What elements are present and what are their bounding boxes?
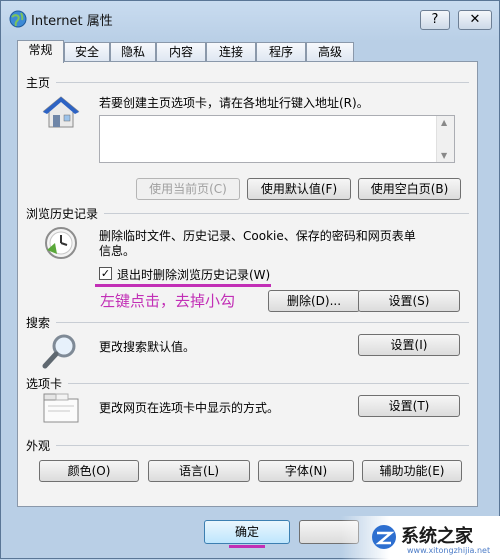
appearance-group-line (26, 445, 469, 446)
tabs-description: 更改网页在选项卡中显示的方式。 (99, 401, 280, 415)
watermark-url: www.xitongzhijia.net (407, 546, 491, 555)
tab-advanced[interactable]: 高级 (306, 42, 354, 62)
use-blank-button[interactable]: 使用空白页(B) (358, 178, 461, 200)
title-bar: Internet 属性 ? ✕ (1, 1, 499, 35)
use-current-button[interactable]: 使用当前页(C) (136, 178, 240, 200)
search-group-title: 搜索 (26, 314, 57, 331)
delete-on-exit-checkbox[interactable]: ✓ (99, 267, 112, 280)
ok-button[interactable]: 确定 (204, 520, 290, 544)
search-description: 更改搜索默认值。 (99, 340, 196, 354)
site-watermark: 系统之家 www.xitongzhijia.net (341, 516, 500, 560)
tab-content[interactable]: 内容 (156, 42, 206, 62)
close-button[interactable]: ✕ (458, 10, 492, 30)
window-title: Internet 属性 (31, 14, 113, 29)
annotation-underline (95, 284, 271, 287)
search-magnifier-icon (42, 334, 76, 369)
history-settings-button[interactable]: 设置(S) (358, 290, 460, 312)
languages-button[interactable]: 语言(L) (148, 460, 250, 482)
tab-connections[interactable]: 连接 (206, 42, 256, 62)
delete-on-exit-label[interactable]: 退出时删除浏览历史记录(W) (117, 266, 270, 283)
history-description-line2: 信息。 (99, 244, 136, 258)
home-icon (42, 96, 80, 128)
general-tab-panel: 主页 若要创建主页选项卡，请在各地址行键入地址(R)。 ▲ ▼ 使用当前页(C)… (17, 61, 478, 507)
search-settings-button[interactable]: 设置(I) (358, 334, 460, 356)
home-description: 若要创建主页选项卡，请在各地址行键入地址(R)。 (99, 96, 369, 110)
accessibility-button[interactable]: 辅助功能(E) (362, 460, 462, 482)
history-clock-icon (45, 227, 77, 259)
colors-button[interactable]: 颜色(O) (39, 460, 139, 482)
watermark-text: 系统之家 (401, 526, 473, 547)
tabs-group-title: 选项卡 (26, 375, 69, 392)
internet-options-dialog: Internet 属性 ? ✕ 常规 安全 隐私 内容 连接 程序 高级 主页 … (0, 0, 500, 560)
scroll-up-icon[interactable]: ▲ (441, 118, 447, 127)
ok-underline-annotation (229, 545, 265, 548)
home-group-title: 主页 (26, 74, 57, 91)
tab-general[interactable]: 常规 (17, 40, 64, 63)
history-group-title: 浏览历史记录 (26, 205, 105, 222)
tabs-settings-button[interactable]: 设置(T) (358, 395, 460, 417)
use-default-button[interactable]: 使用默认值(F) (247, 178, 351, 200)
search-group-line (26, 322, 469, 323)
scroll-down-icon[interactable]: ▼ (441, 151, 447, 160)
tabs-window-icon (43, 393, 79, 423)
annotation-text: 左键点击，去掉小勾 (100, 292, 236, 310)
internet-globe-icon (9, 10, 27, 28)
watermark-logo-icon (372, 525, 396, 549)
tab-programs[interactable]: 程序 (256, 42, 306, 62)
tab-security[interactable]: 安全 (64, 42, 110, 62)
history-description-line1: 删除临时文件、历史记录、Cookie、保存的密码和网页表单 (99, 229, 416, 243)
tab-privacy[interactable]: 隐私 (110, 42, 156, 62)
appearance-group-title: 外观 (26, 437, 57, 454)
help-button[interactable]: ? (420, 10, 450, 30)
home-group-line (26, 82, 469, 83)
tabs-group-line (26, 383, 469, 384)
home-address-scrollbar[interactable]: ▲ ▼ (436, 116, 454, 162)
fonts-button[interactable]: 字体(N) (258, 460, 354, 482)
delete-history-button[interactable]: 删除(D)... (268, 290, 360, 312)
home-page-address-box[interactable]: ▲ ▼ (99, 115, 455, 163)
